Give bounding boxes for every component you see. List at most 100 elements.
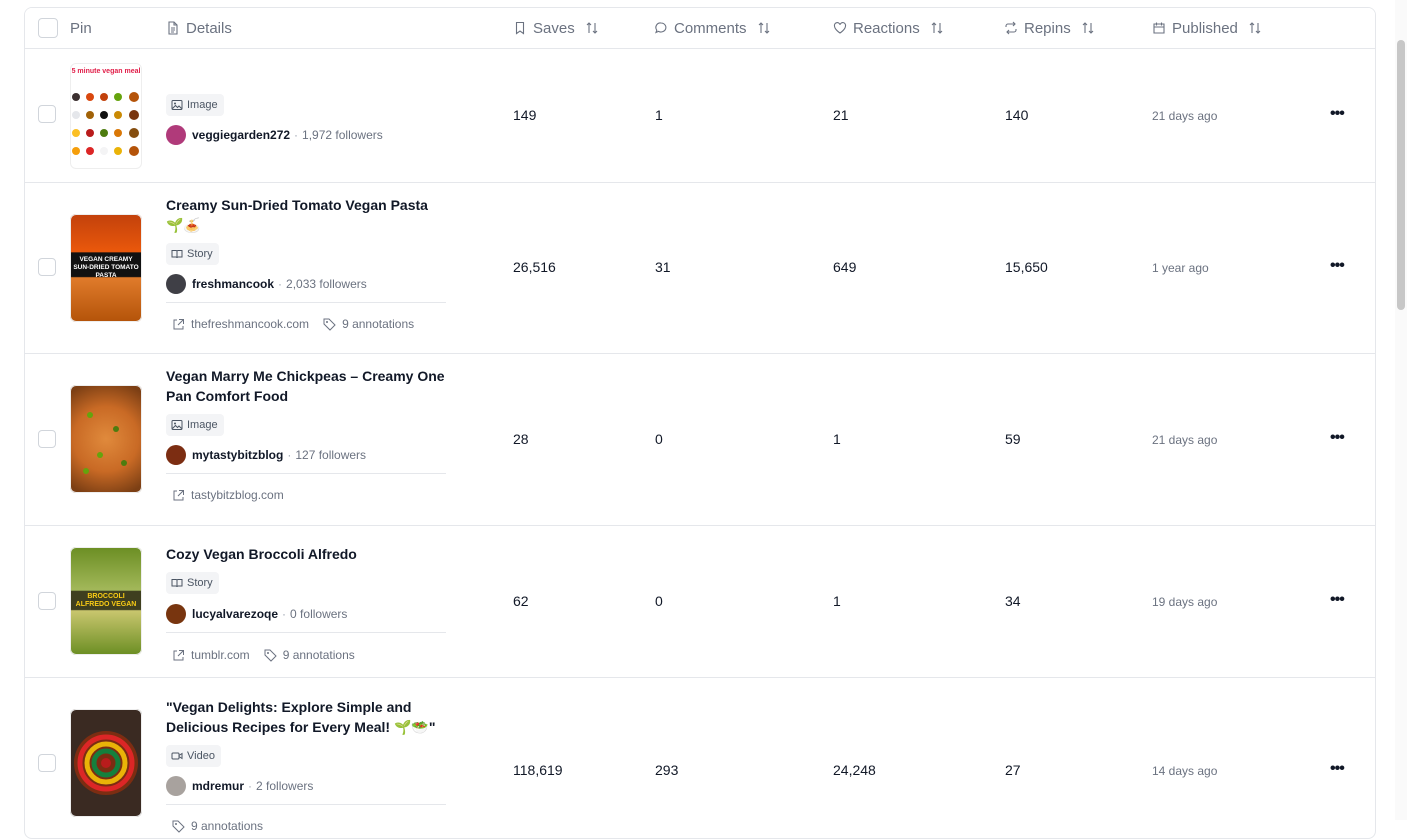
author-name[interactable]: veggiegarden272: [192, 128, 290, 142]
author-name[interactable]: mdremur: [192, 779, 244, 793]
row-actions-button[interactable]: •••: [1330, 257, 1345, 275]
pin-author[interactable]: mytastybitzblog · 127 followers: [166, 444, 366, 466]
select-all-checkbox[interactable]: [38, 18, 58, 38]
author-name[interactable]: freshmancook: [192, 277, 274, 291]
column-header-reactions-label: Reactions: [853, 19, 920, 37]
row-checkbox[interactable]: [38, 430, 56, 448]
row-checkbox[interactable]: [38, 105, 56, 123]
reactions-count: 24,248: [833, 762, 876, 778]
pin-thumbnail[interactable]: VEGAN CREAMY SUN-DRIED TOMATO PASTA: [70, 214, 142, 322]
tag-icon: [172, 820, 185, 833]
pin-type-label: Image: [187, 99, 218, 111]
row-actions-button[interactable]: •••: [1330, 429, 1345, 447]
row-checkbox[interactable]: [38, 754, 56, 772]
separator-dot: ·: [294, 128, 299, 142]
ratatouille-image: [74, 731, 138, 795]
pin-author[interactable]: mdremur · 2 followers: [166, 775, 313, 797]
sort-icon[interactable]: [585, 21, 599, 35]
external-link-icon: [173, 318, 184, 329]
pin-author[interactable]: lucyalvarezoqe · 0 followers: [166, 603, 347, 625]
scrollbar-thumb[interactable]: [1397, 40, 1405, 310]
column-header-saves[interactable]: Saves: [513, 8, 599, 48]
column-header-pin: Pin: [70, 8, 92, 48]
row-actions-button[interactable]: •••: [1330, 760, 1345, 778]
pin-meta: tumblr.com 9 annotations: [172, 645, 355, 665]
published-date: 21 days ago: [1152, 109, 1218, 123]
column-header-comments[interactable]: Comments: [654, 8, 771, 48]
thumbnail-text: VEGAN CREAMY SUN-DRIED TOMATO PASTA: [73, 256, 139, 279]
published-date: 21 days ago: [1152, 433, 1218, 447]
thumbnail-text: 5 minute vegan meal: [71, 68, 141, 75]
row-actions-button[interactable]: •••: [1330, 591, 1345, 609]
pin-thumbnail[interactable]: [70, 709, 142, 817]
pin-type-label: Story: [187, 577, 213, 589]
pin-annotations[interactable]: 9 annotations: [342, 317, 414, 331]
column-header-comments-label: Comments: [674, 19, 747, 37]
pin-title[interactable]: Vegan Marry Me Chickpeas – Creamy One Pa…: [166, 366, 446, 406]
saves-count: 149: [513, 107, 537, 123]
saves-count: 28: [513, 431, 529, 447]
column-header-published[interactable]: Published: [1152, 8, 1262, 48]
image-icon: [171, 100, 183, 110]
divider: [166, 302, 446, 303]
pin-type-badge: Story: [166, 243, 219, 265]
row-actions-button[interactable]: •••: [1330, 105, 1345, 123]
pin-link[interactable]: thefreshmancook.com: [191, 317, 309, 331]
author-name[interactable]: lucyalvarezoqe: [192, 607, 278, 621]
pin-annotations[interactable]: 9 annotations: [191, 819, 263, 833]
pin-type-badge: Image: [166, 94, 224, 116]
sort-icon[interactable]: [1081, 21, 1095, 35]
table-row[interactable]: 5 minute vegan meal Image veggiegarden27…: [25, 49, 1375, 183]
pin-title[interactable]: Cozy Vegan Broccoli Alfredo: [166, 544, 446, 564]
sort-icon[interactable]: [1248, 21, 1262, 35]
pin-author[interactable]: freshmancook · 2,033 followers: [166, 273, 367, 295]
author-followers: 0 followers: [290, 607, 348, 621]
pin-link[interactable]: tastybitzblog.com: [191, 488, 284, 502]
pin-meta: thefreshmancook.com 9 annotations: [172, 314, 414, 334]
column-header-repins[interactable]: Repins: [1004, 8, 1095, 48]
comments-count: 1: [655, 107, 663, 123]
column-header-details: Details: [166, 8, 232, 48]
pin-title[interactable]: "Vegan Delights: Explore Simple and Deli…: [166, 697, 446, 737]
repins-count: 140: [1005, 107, 1029, 123]
author-name[interactable]: mytastybitzblog: [192, 448, 283, 462]
pins-table: Pin Details Saves Comments Reactions Rep…: [24, 7, 1376, 839]
saves-count: 62: [513, 593, 529, 609]
column-header-published-label: Published: [1172, 19, 1238, 37]
bookmark-icon: [515, 21, 525, 35]
pin-annotations[interactable]: 9 annotations: [283, 648, 355, 662]
pin-thumbnail[interactable]: [70, 385, 142, 493]
pin-author[interactable]: veggiegarden272 · 1,972 followers: [166, 124, 383, 146]
author-followers: 1,972 followers: [302, 128, 383, 142]
table-row[interactable]: "Vegan Delights: Explore Simple and Deli…: [25, 678, 1375, 838]
pin-link[interactable]: tumblr.com: [191, 648, 250, 662]
heart-icon: [833, 22, 847, 34]
pin-meta: 9 annotations: [172, 816, 263, 836]
table-row[interactable]: VEGAN CREAMY SUN-DRIED TOMATO PASTA Crea…: [25, 183, 1375, 354]
table-row[interactable]: BROCCOLI ALFREDO VEGAN Cozy Vegan Brocco…: [25, 526, 1375, 678]
pin-title[interactable]: Creamy Sun-Dried Tomato Vegan Pasta 🌱🍝: [166, 195, 446, 235]
sort-icon[interactable]: [757, 21, 771, 35]
book-icon: [171, 250, 183, 259]
column-header-reactions[interactable]: Reactions: [833, 8, 944, 48]
pin-type-label: Video: [187, 750, 215, 762]
comment-icon: [655, 22, 667, 34]
repins-count: 34: [1005, 593, 1021, 609]
table-row[interactable]: Vegan Marry Me Chickpeas – Creamy One Pa…: [25, 354, 1375, 526]
tag-icon: [323, 318, 336, 331]
row-checkbox[interactable]: [38, 592, 56, 610]
avatar: [166, 125, 186, 145]
avatar: [166, 274, 186, 294]
external-link-icon: [173, 489, 184, 500]
row-checkbox[interactable]: [38, 258, 56, 276]
saves-count: 26,516: [513, 259, 556, 275]
food-grid-image: [72, 92, 139, 156]
divider: [166, 632, 446, 633]
video-icon: [171, 752, 183, 760]
pin-thumbnail[interactable]: 5 minute vegan meal: [70, 63, 142, 169]
sort-icon[interactable]: [930, 21, 944, 35]
pin-type-label: Story: [187, 248, 213, 260]
pin-thumbnail[interactable]: BROCCOLI ALFREDO VEGAN: [70, 547, 142, 655]
published-date: 1 year ago: [1152, 261, 1209, 275]
column-header-details-label: Details: [186, 19, 232, 37]
